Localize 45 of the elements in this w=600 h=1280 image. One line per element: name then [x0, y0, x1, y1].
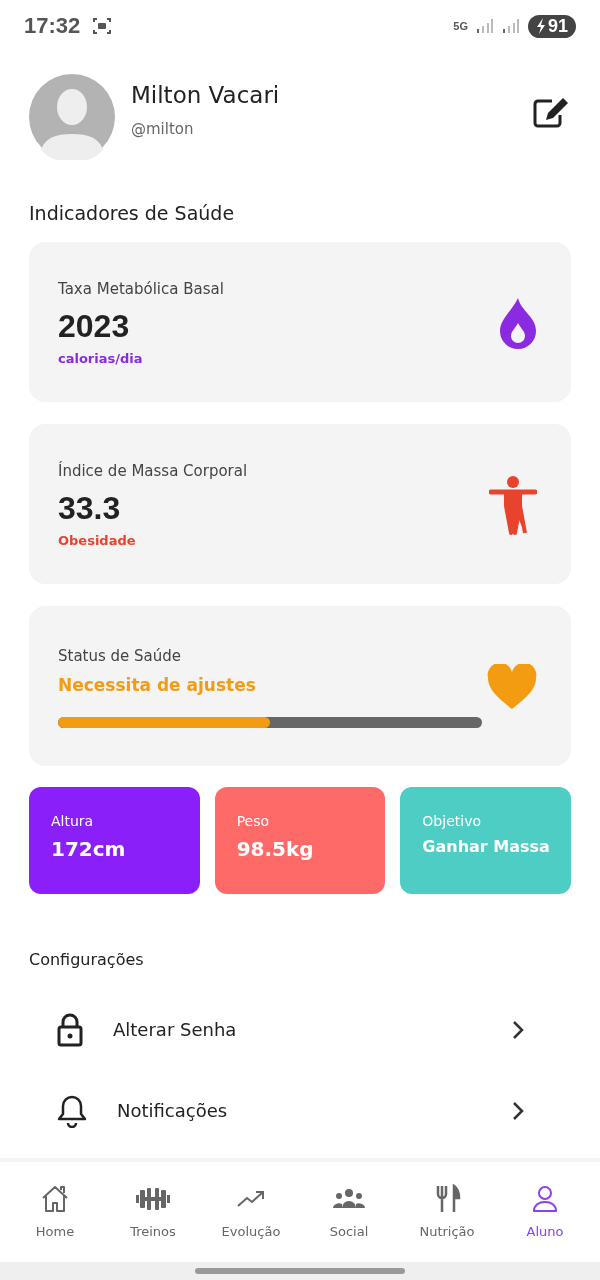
bolt-icon	[535, 18, 546, 34]
settings-label: Alterar Senha	[113, 1019, 238, 1040]
section-title: Indicadores de Saúde	[28, 201, 236, 226]
chevron-right-icon	[512, 1019, 524, 1040]
stat-label: Objetivo	[422, 813, 482, 829]
nav-tab[interactable]: Aluno	[496, 1162, 594, 1262]
stat-value: 98.5kg	[236, 837, 315, 861]
bell-icon	[57, 1093, 87, 1128]
indicator-value: 2023	[58, 308, 131, 345]
nav-tab[interactable]: Evolução	[202, 1162, 300, 1262]
nav-tab[interactable]: Treinos	[104, 1162, 202, 1262]
status-time: 17:32	[24, 13, 81, 39]
indicator-label: Índice de Massa Corporal	[58, 462, 249, 480]
indicator-value: 33.3	[58, 490, 122, 527]
flame-icon	[499, 297, 537, 349]
status-text: Necessita de ajustes	[58, 674, 257, 695]
avatar-icon	[29, 74, 115, 160]
nav-tab[interactable]: Nutrição	[398, 1162, 496, 1262]
person-icon	[489, 475, 537, 535]
settings-item[interactable]: Notificações	[0, 1070, 600, 1151]
settings-label: Notificações	[117, 1100, 229, 1121]
battery-indicator: 91	[527, 14, 576, 38]
screenshot-icon	[92, 16, 113, 36]
lock-icon	[57, 1012, 83, 1047]
indicator-label: Status de Saúde	[58, 646, 183, 665]
stat-label: Peso	[236, 813, 271, 829]
home-icon	[40, 1184, 70, 1214]
stat-value: 172cm	[51, 837, 127, 861]
indicator-note: calorias/dia	[58, 351, 144, 366]
indicator-note: Obesidade	[58, 533, 137, 548]
signal-icon	[501, 18, 520, 34]
network-label: 5G	[453, 20, 468, 32]
nav-tab[interactable]: Home	[6, 1162, 104, 1262]
stat-value: Ganhar Massa	[422, 837, 551, 856]
indicator-label: Taxa Metabólica Basal	[58, 280, 225, 298]
stat-label: Altura	[51, 813, 95, 829]
nav-tab[interactable]: Social	[300, 1162, 398, 1262]
settings-item[interactable]: Alterar Senha	[0, 989, 600, 1070]
signal-icon	[475, 18, 494, 34]
section-title: Configurações	[28, 949, 145, 971]
chevron-right-icon	[512, 1100, 524, 1121]
heart-icon	[487, 664, 537, 710]
profile-handle: @milton	[131, 120, 195, 138]
profile-name: Milton Vacari	[131, 82, 281, 108]
user-icon	[530, 1184, 560, 1214]
